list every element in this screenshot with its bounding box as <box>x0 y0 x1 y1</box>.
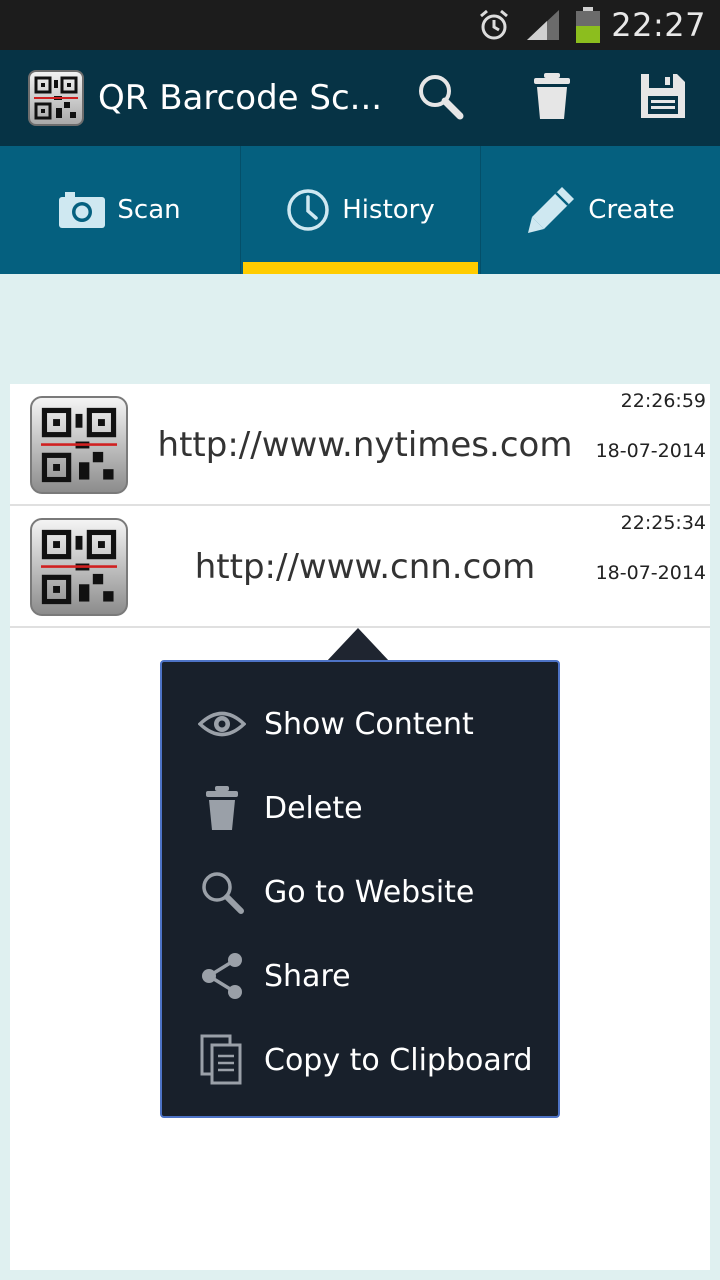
clock-time: 22:27 <box>611 6 706 44</box>
popup-arrow <box>326 628 390 662</box>
menu-item-copy-to-clipboard[interactable]: Copy to Clipboard <box>162 1018 558 1102</box>
app-title: QR Barcode Sc... <box>98 78 383 118</box>
clipboard-icon <box>196 1034 248 1086</box>
search-button[interactable] <box>410 68 470 128</box>
tab-history-label: History <box>342 195 435 225</box>
tab-scan-label: Scan <box>117 195 181 225</box>
search-icon <box>196 866 248 918</box>
camera-icon <box>59 192 106 228</box>
history-item-nytimes[interactable]: http://www.nytimes.com 22:26:59 18-07-20… <box>10 384 710 506</box>
history-item-url: http://www.nytimes.com <box>157 425 573 465</box>
history-item-time: 22:26:59 <box>620 390 706 412</box>
history-item-time: 22:25:34 <box>620 512 706 534</box>
pencil-icon <box>526 185 576 235</box>
save-icon <box>639 72 687 124</box>
menu-item-label: Show Content <box>264 706 474 742</box>
save-button[interactable] <box>633 68 693 128</box>
app-logo-icon <box>28 70 84 126</box>
menu-item-label: Delete <box>264 790 363 826</box>
search-icon <box>415 71 465 125</box>
tab-bar: Scan History Create <box>0 146 720 274</box>
trash-icon <box>196 782 248 834</box>
tab-create-label: Create <box>588 195 675 225</box>
tab-scan[interactable]: Scan <box>0 146 240 274</box>
menu-item-share[interactable]: Share <box>162 934 558 1018</box>
action-bar: QR Barcode Sc... <box>0 50 720 146</box>
alarm-icon <box>477 8 511 42</box>
qr-code-icon <box>30 396 128 494</box>
menu-item-label: Copy to Clipboard <box>264 1042 533 1078</box>
tab-history[interactable]: History <box>240 146 480 274</box>
menu-item-delete[interactable]: Delete <box>162 766 558 850</box>
trash-icon <box>532 71 572 125</box>
history-item-date: 18-07-2014 <box>595 562 706 584</box>
share-icon <box>196 950 248 1002</box>
battery-icon <box>575 6 601 44</box>
menu-item-label: Go to Website <box>264 874 475 910</box>
context-menu: Show Content Delete Go to Website Share … <box>160 660 560 1118</box>
status-bar: 22:27 <box>0 0 720 50</box>
qr-code-icon <box>30 518 128 616</box>
menu-item-go-to-website[interactable]: Go to Website <box>162 850 558 934</box>
clock-icon <box>286 188 330 232</box>
menu-item-label: Share <box>264 958 351 994</box>
menu-item-show-content[interactable]: Show Content <box>162 682 558 766</box>
history-item-date: 18-07-2014 <box>595 440 706 462</box>
history-item-cnn[interactable]: http://www.cnn.com 22:25:34 18-07-2014 <box>10 506 710 628</box>
tab-create[interactable]: Create <box>480 146 720 274</box>
signal-icon <box>525 8 561 42</box>
delete-all-button[interactable] <box>522 68 582 128</box>
eye-icon <box>196 698 248 750</box>
history-item-url: http://www.cnn.com <box>194 547 536 587</box>
